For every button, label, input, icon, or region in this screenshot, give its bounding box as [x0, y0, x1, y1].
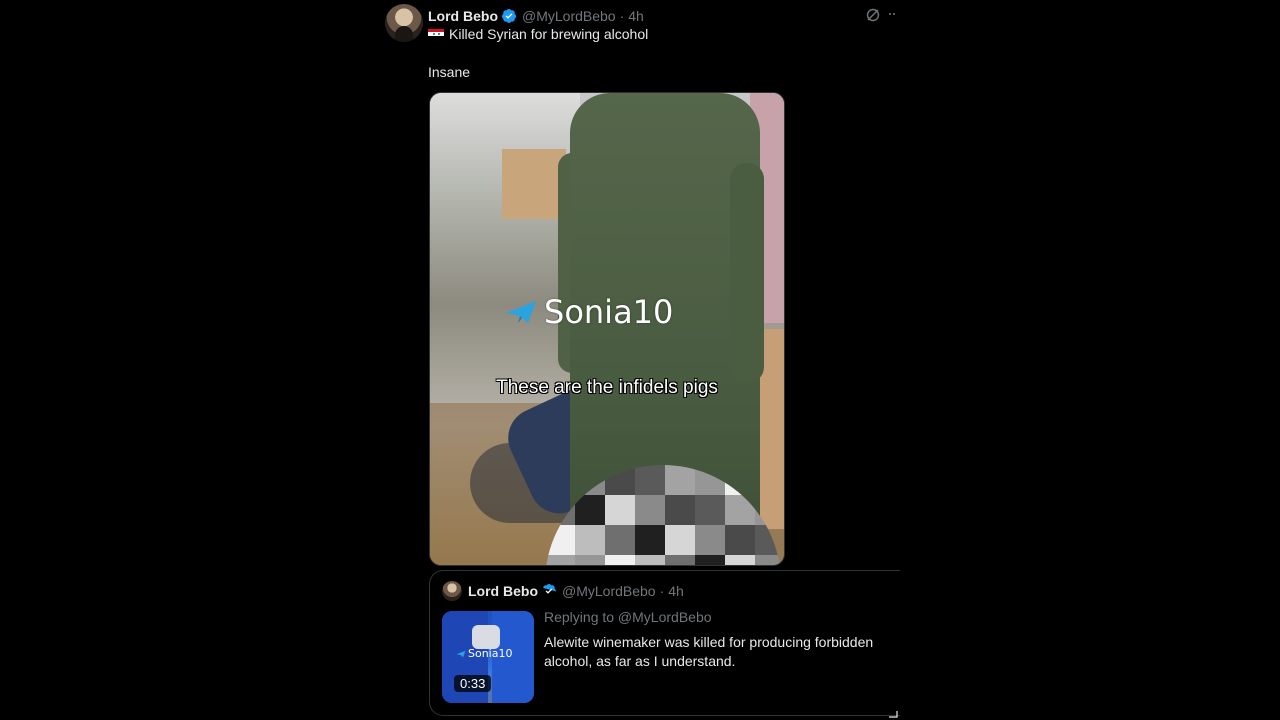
quoted-author-avatar	[442, 581, 462, 601]
quoted-tweet[interactable]: Lord Bebo @MyLordBebo · 4h Sonia10 0:33 …	[429, 570, 900, 716]
quoted-tweet-time: 4h	[668, 583, 684, 599]
video-watermark: Sonia10	[504, 293, 673, 331]
quoted-tweet-text: Alewite winemaker was killed for produci…	[544, 634, 874, 669]
tweet[interactable]: Lord Bebo @MyLordBebo · 4h Killed Syrian…	[384, 0, 900, 720]
video-player[interactable]: Sonia10 These are the infidels pigs	[429, 92, 785, 566]
verified-badge-icon	[543, 584, 556, 594]
separator-dot: ·	[619, 8, 625, 24]
author-handle[interactable]: @MyLordBebo	[522, 8, 616, 24]
author-avatar[interactable]	[385, 4, 423, 42]
telegram-icon	[456, 650, 466, 657]
video-duration-badge: 0:33	[454, 675, 492, 692]
grok-icon[interactable]	[865, 7, 881, 23]
author-name[interactable]: Lord Bebo	[428, 8, 498, 24]
tweet-text-line2: Insane	[428, 64, 471, 80]
tweet-header: Lord Bebo @MyLordBebo · 4h	[428, 6, 644, 26]
tweet-text-line1: Killed Syrian for brewing alcohol	[428, 26, 648, 42]
quoted-tweet-header: Lord Bebo @MyLordBebo · 4h	[468, 583, 684, 599]
corner-mark-icon	[889, 711, 898, 718]
quoted-author-name: Lord Bebo	[468, 583, 538, 599]
tweet-text: Killed Syrian for brewing alcohol	[449, 26, 649, 42]
separator-dot: ·	[659, 583, 665, 599]
quoted-video-thumbnail[interactable]: Sonia10 0:33	[442, 611, 534, 703]
thumbnail-watermark-text: Sonia10	[468, 647, 513, 660]
thumbnail-watermark: Sonia10	[456, 647, 512, 660]
tweet-time[interactable]: 4h	[628, 8, 644, 24]
syria-flag-icon	[428, 28, 444, 40]
verified-badge-icon	[502, 9, 516, 23]
video-caption: These are the infidels pigs	[496, 377, 718, 398]
replying-to: Replying to @MyLordBebo	[544, 609, 712, 625]
quoted-author-handle: @MyLordBebo	[562, 583, 656, 599]
more-options-icon[interactable]	[889, 13, 895, 17]
telegram-icon	[506, 301, 536, 323]
watermark-text: Sonia10	[544, 293, 674, 331]
